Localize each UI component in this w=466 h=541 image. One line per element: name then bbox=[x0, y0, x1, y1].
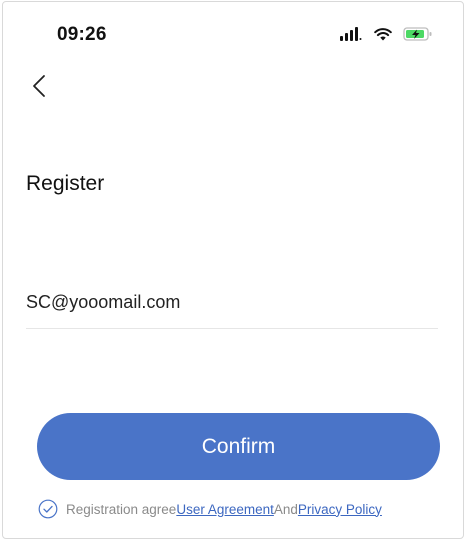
chevron-left-icon bbox=[33, 75, 45, 97]
wifi-icon bbox=[374, 28, 392, 41]
page-title: Register bbox=[26, 172, 105, 195]
battery-charging-icon bbox=[403, 27, 432, 41]
status-icons bbox=[339, 26, 433, 42]
back-button[interactable] bbox=[29, 72, 51, 100]
agreement-row: Registration agree User Agreement And Pr… bbox=[38, 499, 382, 519]
status-bar: 09:26 bbox=[3, 2, 463, 62]
privacy-policy-link[interactable]: Privacy Policy bbox=[298, 502, 382, 517]
confirm-button[interactable]: Confirm bbox=[37, 413, 440, 480]
status-time: 09:26 bbox=[57, 24, 107, 45]
user-agreement-link[interactable]: User Agreement bbox=[176, 502, 274, 517]
agreement-and: And bbox=[273, 501, 298, 517]
phone-screen: 09:26 Register SC@yooomail.com Confirm R… bbox=[2, 1, 464, 539]
check-circle-icon[interactable] bbox=[38, 499, 58, 519]
cellular-signal-icon bbox=[340, 27, 362, 41]
email-field-container bbox=[26, 284, 438, 329]
agreement-prefix: Registration agree bbox=[66, 501, 177, 517]
email-field[interactable] bbox=[26, 286, 438, 318]
